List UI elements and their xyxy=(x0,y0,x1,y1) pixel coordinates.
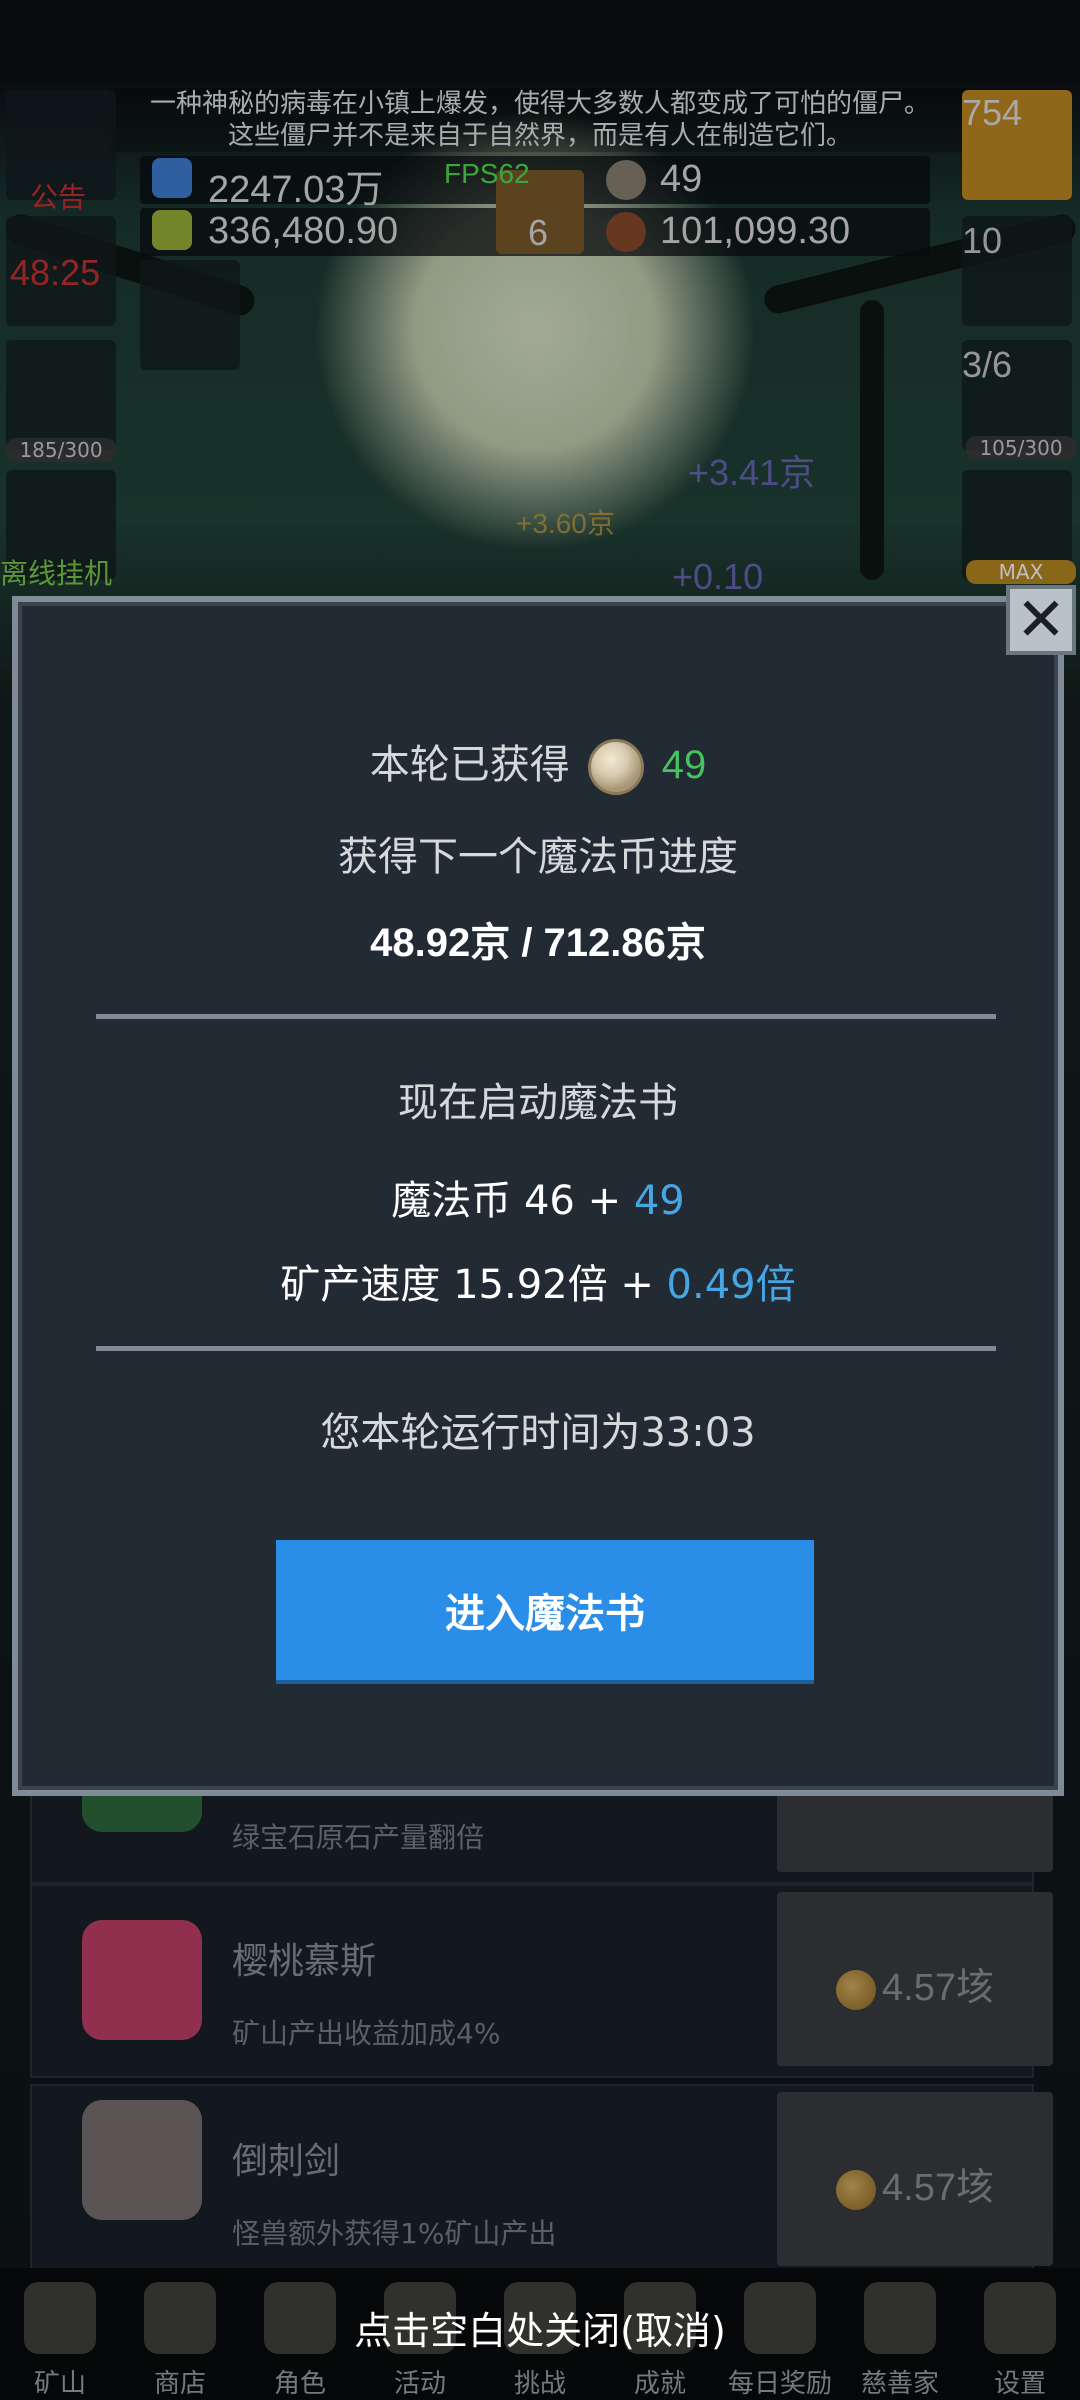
earned-row: 本轮已获得 49 xyxy=(18,732,1058,795)
earned-value: 49 xyxy=(661,743,707,787)
coin-progress-value: 48.92京 / 712.86京 xyxy=(370,921,706,965)
close-hint[interactable]: 点击空白处关闭(取消) xyxy=(0,2300,1080,2355)
mine-speed-row: 矿产速度 15.92倍 + 0.49倍 xyxy=(18,1252,1058,1310)
close-icon[interactable]: ✕ xyxy=(1006,585,1076,655)
magic-coin-icon xyxy=(587,739,644,795)
magic-coin-row: 魔法币 46 + 49 xyxy=(18,1168,1058,1226)
magic-coin-label: 魔法币 46 + xyxy=(391,1178,634,1224)
divider xyxy=(96,1346,996,1351)
earned-label: 本轮已获得 xyxy=(369,742,570,788)
magic-coin-bonus: 49 xyxy=(633,1178,685,1224)
divider xyxy=(96,1014,996,1019)
start-now-label: 现在启动魔法书 xyxy=(398,1080,678,1126)
mine-speed-bonus: 0.49倍 xyxy=(666,1262,796,1308)
next-coin-label: 获得下一个魔法币进度 xyxy=(338,834,738,880)
enter-magic-book-button[interactable]: 进入魔法书 xyxy=(276,1540,814,1680)
runtime-label: 您本轮运行时间为33:03 xyxy=(320,1410,756,1456)
mine-speed-label: 矿产速度 15.92倍 + xyxy=(280,1262,667,1308)
magic-book-dialog: 本轮已获得 49 获得下一个魔法币进度 48.92京 / 712.86京 现在启动… xyxy=(12,596,1064,1796)
